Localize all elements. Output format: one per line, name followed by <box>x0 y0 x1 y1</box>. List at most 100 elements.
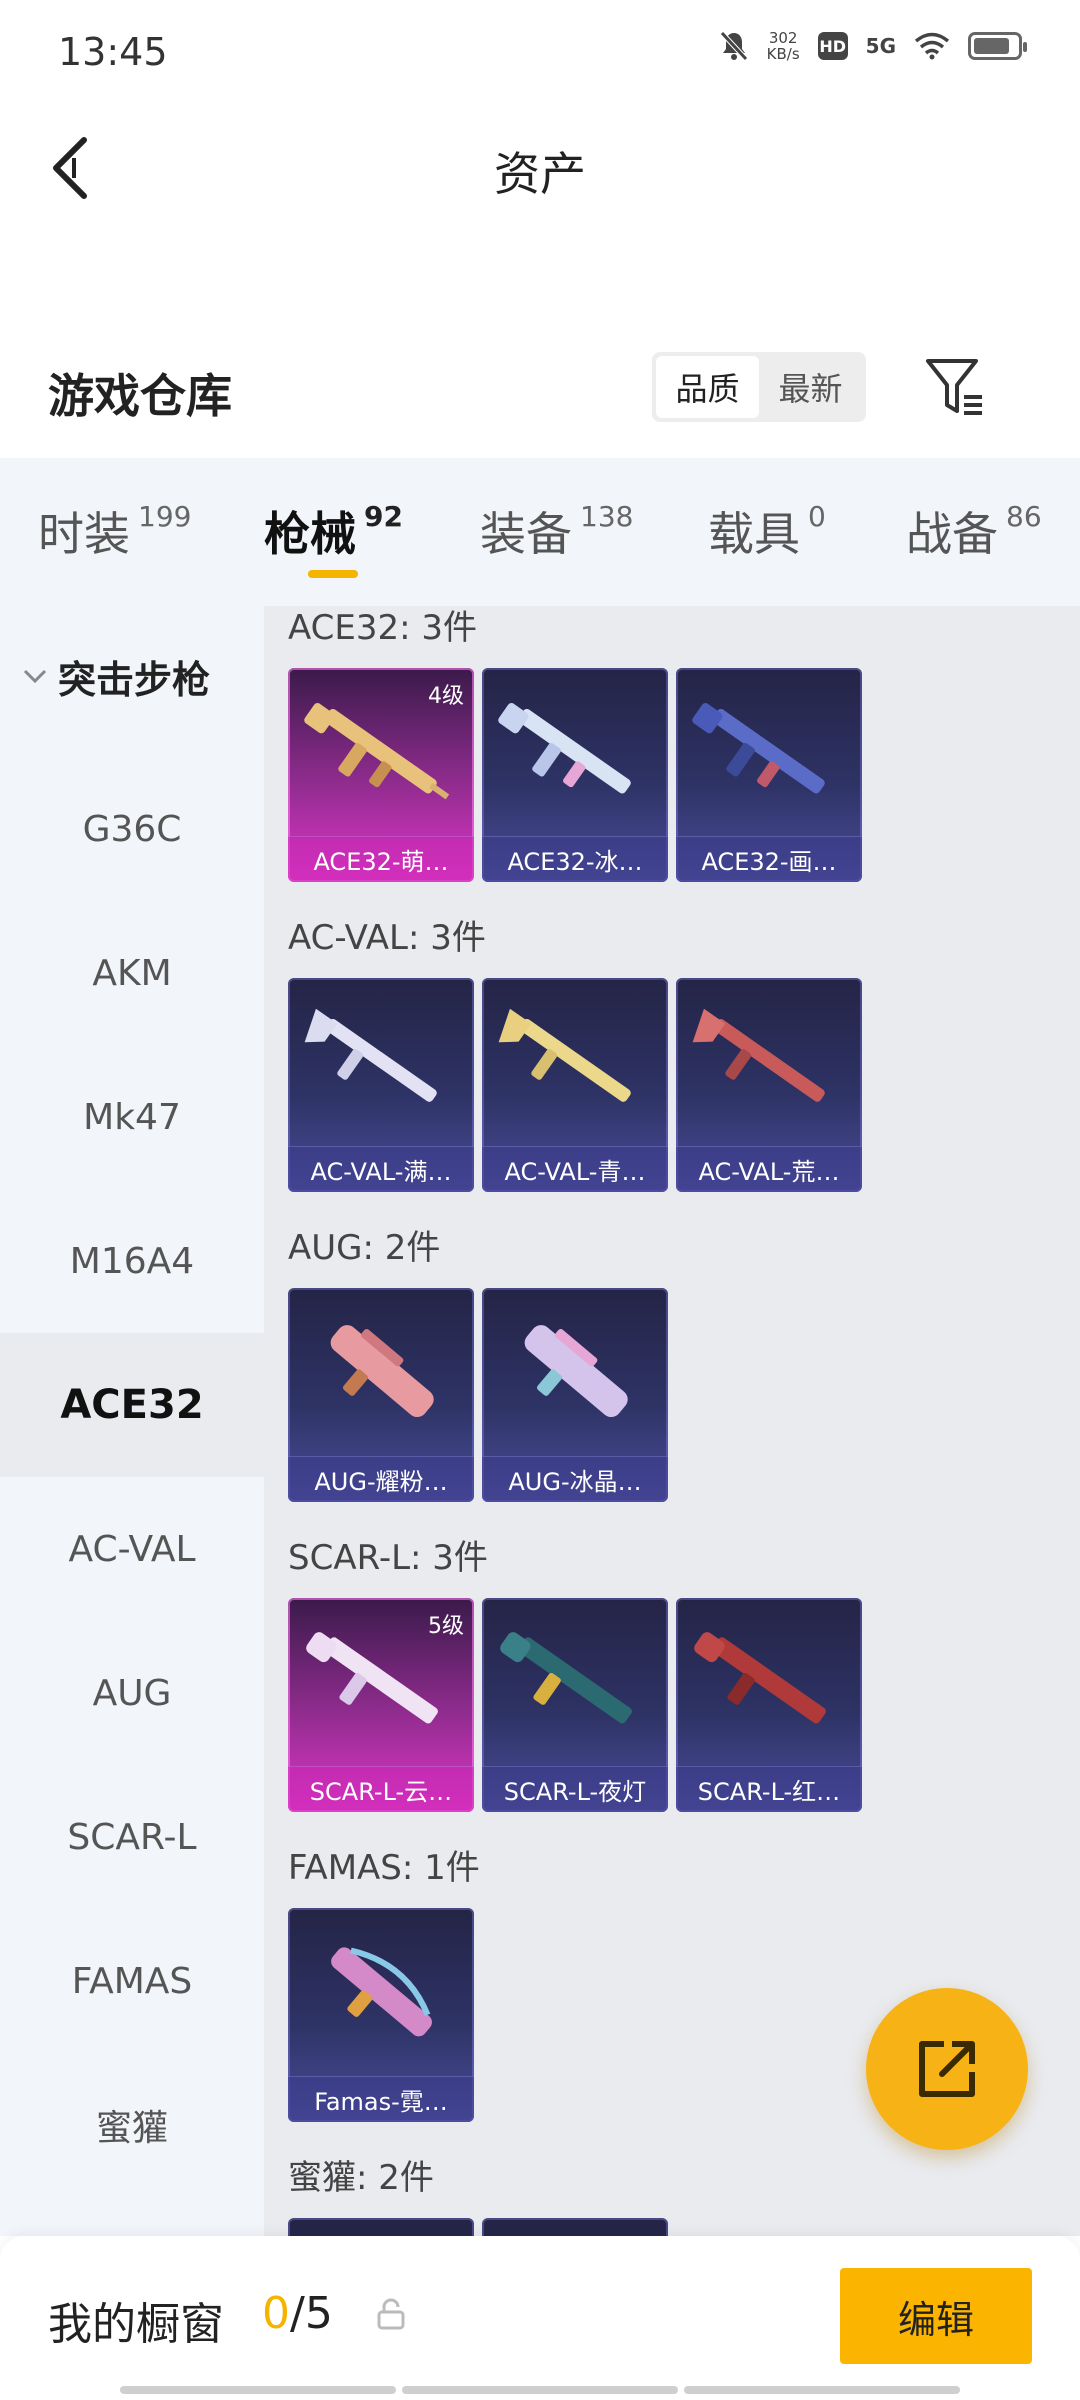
header: 资产 <box>0 108 1080 228</box>
tab-label: 装备 <box>480 507 572 561</box>
rifle-skin-image <box>500 1632 632 1724</box>
signal-5g-icon: 5G <box>865 34 896 58</box>
filter-icon <box>926 359 982 415</box>
filter-button[interactable] <box>920 352 992 424</box>
showcase-current: 0 <box>262 2288 290 2339</box>
sidebar-item-mk47[interactable]: Mk47 <box>0 1045 264 1189</box>
speed-unit: KB/s <box>766 45 800 63</box>
hd-icon: HD <box>817 32 848 60</box>
tab-count: 0 <box>808 500 826 533</box>
weapon-card[interactable]: AUG-耀粉… <box>288 1288 474 1502</box>
tab-count: 138 <box>580 500 634 533</box>
mute-icon <box>719 30 749 62</box>
weapon-name: AC-VAL-荒… <box>676 1146 862 1192</box>
tab-equipment[interactable]: 装备 138 <box>480 498 633 564</box>
rifle-skin-image <box>498 703 631 794</box>
status-icons: 302 KB/s HD 5G <box>719 30 1027 62</box>
tab-count: 92 <box>364 500 403 533</box>
rifle-skin-image <box>692 1008 825 1102</box>
sort-option-quality[interactable]: 品质 <box>656 356 759 418</box>
weapon-name: AUG-冰晶… <box>482 1456 668 1502</box>
share-fab[interactable] <box>866 1988 1028 2150</box>
rifle-skin-image <box>694 1632 826 1724</box>
group-title-famas: FAMAS: 1件 <box>288 1848 480 1888</box>
level-badge: 4级 <box>428 684 464 709</box>
tab-label: 载具 <box>708 507 800 561</box>
weapon-card[interactable] <box>288 2218 474 2236</box>
showcase-total: /5 <box>290 2288 333 2339</box>
weapon-card[interactable] <box>482 2218 668 2236</box>
sidebar-item-m16a4[interactable]: M16A4 <box>0 1189 264 1333</box>
weapon-name: Famas-霓… <box>288 2076 474 2122</box>
group-title-ace32: ACE32: 3件 <box>288 608 478 648</box>
active-tab-indicator <box>308 570 358 578</box>
weapon-card[interactable]: ACE32-画… <box>676 668 862 882</box>
weapon-name: SCAR-L-夜灯 <box>482 1766 668 1812</box>
tab-label: 时装 <box>38 507 130 561</box>
rifle-skin-image <box>498 1008 631 1102</box>
tab-vehicles[interactable]: 载具 0 <box>708 498 826 564</box>
tab-count: 86 <box>1006 500 1042 533</box>
showcase-count: 0/5 <box>262 2288 333 2339</box>
tab-firearms[interactable]: 枪械 92 <box>264 498 403 564</box>
sidebar-item-aug[interactable]: AUG <box>0 1621 264 1765</box>
weapon-card[interactable]: 4级 ACE32-萌… <box>288 668 474 882</box>
group-title-honey-badger: 蜜獾: 2件 <box>288 2158 434 2198</box>
tab-label: 战备 <box>906 507 998 561</box>
weapon-name: SCAR-L-云… <box>288 1766 474 1812</box>
weapon-name: AC-VAL-满… <box>288 1146 474 1192</box>
edit-button[interactable]: 编辑 <box>840 2268 1032 2364</box>
weapon-name: SCAR-L-红… <box>676 1766 862 1812</box>
showcase-label: 我的橱窗 <box>48 2299 224 2350</box>
tab-count: 199 <box>138 500 192 533</box>
tab-fashion[interactable]: 时装 199 <box>38 498 191 564</box>
level-badge: 5级 <box>428 1614 464 1639</box>
weapon-card[interactable]: ACE32-冰… <box>482 668 668 882</box>
section-title: 游戏仓库 <box>48 369 232 423</box>
showcase-bar: 我的橱窗 0/5 编辑 <box>0 2236 1080 2400</box>
weapon-card[interactable]: SCAR-L-夜灯 <box>482 1598 668 1812</box>
tab-battle-gear[interactable]: 战备 86 <box>906 498 1042 564</box>
category-tabs: 时装 199 枪械 92 装备 138 载具 0 战备 86 <box>0 458 1080 606</box>
rifle-skin-image <box>330 1325 434 1418</box>
group-title-scar-l: SCAR-L: 3件 <box>288 1538 488 1578</box>
sidebar-item-akm[interactable]: AKM <box>0 901 264 1045</box>
group-title-ac-val: AC-VAL: 3件 <box>288 918 486 958</box>
sidebar-item-scar-l[interactable]: SCAR-L <box>0 1765 264 1909</box>
weapon-card[interactable]: AUG-冰晶… <box>482 1288 668 1502</box>
group-title-aug: AUG: 2件 <box>288 1228 441 1268</box>
rifle-skin-image <box>331 1947 432 2037</box>
sort-option-latest[interactable]: 最新 <box>759 356 862 418</box>
weapon-card[interactable]: AC-VAL-满… <box>288 978 474 1192</box>
sidebar-item-honey-badger[interactable]: 蜜獾 <box>0 2053 264 2197</box>
share-icon <box>919 2041 975 2097</box>
rifle-skin-image <box>524 1325 628 1418</box>
weapon-name: AUG-耀粉… <box>288 1456 474 1502</box>
sort-toggle: 品质 最新 <box>652 352 866 422</box>
sidebar-item-famas[interactable]: FAMAS <box>0 1909 264 2053</box>
weapon-card[interactable]: 5级 SCAR-L-云… <box>288 1598 474 1812</box>
wifi-icon <box>914 32 950 60</box>
weapon-name: ACE32-冰… <box>482 836 668 882</box>
network-speed: 302 KB/s <box>767 30 800 62</box>
gesture-bar <box>120 2386 960 2394</box>
weapon-card[interactable]: SCAR-L-红… <box>676 1598 862 1812</box>
rifle-skin-image <box>304 1008 437 1102</box>
lock-icon <box>377 2298 405 2330</box>
sidebar-item-g36c[interactable]: G36C <box>0 757 264 901</box>
weapon-card[interactable]: AC-VAL-荒… <box>676 978 862 1192</box>
weapon-card[interactable]: Famas-霓… <box>288 1908 474 2122</box>
weapon-name: AC-VAL-青… <box>482 1146 668 1192</box>
status-bar: 13:45 302 KB/s HD 5G <box>0 0 1080 108</box>
sidebar-item-ace32[interactable]: ACE32 <box>0 1333 264 1477</box>
rifle-skin-image <box>692 703 825 794</box>
weapon-name: ACE32-萌… <box>288 836 474 882</box>
status-time: 13:45 <box>58 30 168 74</box>
weapon-name: ACE32-画… <box>676 836 862 882</box>
speed-value: 302 <box>768 29 798 47</box>
page-title: 资产 <box>494 147 586 201</box>
sidebar-item-ac-val[interactable]: AC-VAL <box>0 1477 264 1621</box>
weapon-card[interactable]: AC-VAL-青… <box>482 978 668 1192</box>
battery-icon <box>968 32 1027 60</box>
tab-label: 枪械 <box>264 507 356 561</box>
